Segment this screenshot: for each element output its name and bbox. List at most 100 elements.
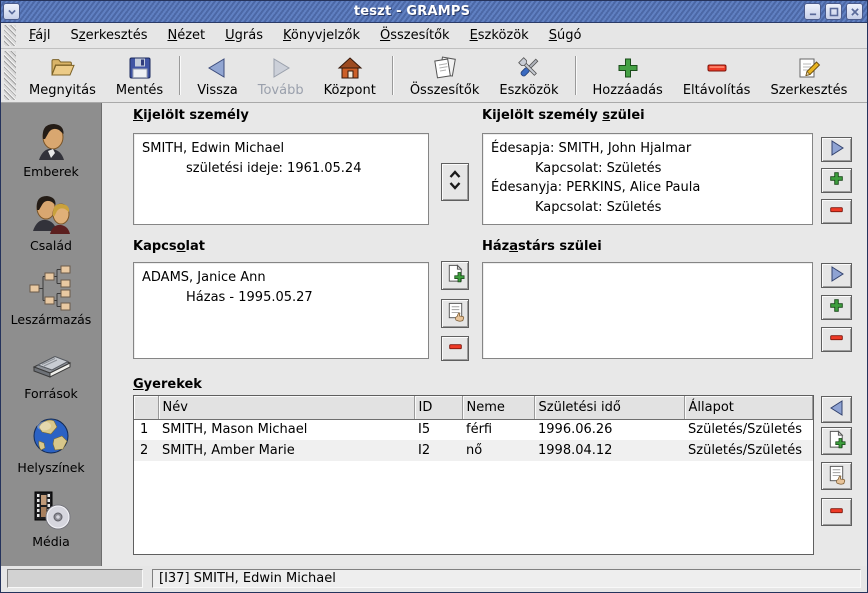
toolbar: Megnyitás Mentés Vissza Tovább Központ Ö… [1,49,867,103]
back-button[interactable]: Vissza [187,49,248,102]
spouse-parents-add-button[interactable] [821,295,852,320]
blue-left-arrow-icon [827,399,847,421]
open-button[interactable]: Megnyitás [19,49,106,102]
child-row[interactable]: 1 SMITH, Mason Michael I5 férfi 1996.06.… [134,419,813,440]
save-label: Mentés [115,83,164,98]
titlebar[interactable]: teszt - GRAMPS [1,1,867,23]
col-name[interactable]: Név [158,396,415,420]
active-parents-label: Kijelölt személy szülei [482,108,645,123]
spouse-parents-remove-button[interactable] [821,327,852,352]
toolbar-separator [179,56,182,95]
menu-help[interactable]: Súgó [539,25,592,47]
spouse-select-button[interactable] [441,299,469,328]
children-add-new-button[interactable] [821,427,852,455]
chevron-down-icon [5,5,19,19]
spouse-remove-button[interactable] [441,336,469,361]
child-row[interactable]: 2 SMITH, Amber Marie I2 nő 1998.04.12 Sz… [134,440,813,461]
col-id[interactable]: ID [414,396,463,420]
active-person-label: Kijelölt személy [133,108,249,123]
sidebar-item-people[interactable]: Emberek [4,116,98,190]
family-view: Kijelölt személy SMITH, Edwin Michael sz… [102,103,867,566]
col-gender[interactable]: Neme [462,396,535,420]
sidebar-item-places[interactable]: Helyszínek [4,412,98,486]
menu-bookmarks[interactable]: Könyvjelzők [273,25,370,47]
sidebar-item-media[interactable]: Média [4,486,98,560]
red-minus-icon [447,338,464,359]
maximize-button[interactable] [825,3,842,20]
reports-label: Összesítők [409,83,480,98]
col-birthdate[interactable]: Születési idő [534,396,685,420]
menu-edit[interactable]: Szerkesztés [61,25,158,47]
mother-line: Édesanyja: PERKINS, Alice Paula [491,180,701,195]
active-person-birth: születési ideje: 1961.05.24 [186,160,362,176]
red-minus-icon [828,201,845,222]
menubar-grip[interactable] [4,25,16,46]
menu-go[interactable]: Ugrás [215,25,273,47]
spouse-parents-goto-button[interactable] [821,263,852,288]
child-status: Születés/Születés [684,440,813,461]
window-menu-button[interactable] [3,3,20,20]
edit-button[interactable]: Szerkesztés [760,49,857,102]
parents-add-button[interactable] [821,168,852,193]
document-plus-icon [445,263,466,288]
sidebar-pedigree-label: Leszármazás [10,312,92,327]
save-button[interactable]: Mentés [106,49,173,102]
remove-button[interactable]: Eltávolítás [673,49,761,102]
spouse-parents-label: Házastárs szülei [482,239,602,254]
add-button[interactable]: Hozzáadás [583,49,673,102]
add-label: Hozzáadás [592,83,663,98]
spouse-relation: Házas - 1995.05.27 [186,289,313,305]
children-remove-button[interactable] [821,498,852,526]
reports-button[interactable]: Összesítők [400,49,490,102]
document-plus-icon [826,429,847,454]
parents-goto-button[interactable] [821,137,852,162]
father-line: Édesapja: SMITH, John Hjalmar [491,141,692,156]
col-status[interactable]: Állapot [684,396,813,420]
col-rownum[interactable] [134,396,159,420]
parents-remove-button[interactable] [821,199,852,224]
minimize-button[interactable] [804,3,821,20]
toolbar-grip[interactable] [4,51,16,100]
children-goto-button[interactable] [821,396,852,423]
spouse-add-new-button[interactable] [441,261,469,290]
document-hand-icon [826,464,847,489]
child-name: SMITH, Mason Michael [158,419,414,440]
sidebar-item-sources[interactable]: Források [4,338,98,412]
sidebar-media-label: Média [32,534,70,549]
child-birth: 1998.04.12 [534,440,684,461]
children-select-button[interactable] [821,462,852,490]
swap-spouse-button[interactable] [441,163,469,201]
home-button[interactable]: Központ [314,49,386,102]
tools-label: Eszközök [499,83,559,98]
child-gender: férfi [462,419,534,440]
sidebar-item-pedigree[interactable]: Leszármazás [4,264,98,338]
spouse-parents-list[interactable] [482,262,813,359]
open-label: Megnyitás [29,83,96,98]
family-icon [28,190,74,237]
menu-view[interactable]: Nézet [157,25,215,47]
menu-tools[interactable]: Eszközök [460,25,539,47]
active-person-list[interactable]: SMITH, Edwin Michael születési ideje: 19… [133,133,429,225]
tools-button[interactable]: Eszközök [489,49,568,102]
green-plus-icon [828,170,845,191]
menu-reports[interactable]: Összesítők [370,25,460,47]
forward-arrow-icon [268,55,294,81]
remove-minus-icon [704,55,730,81]
minimize-icon [806,5,820,19]
relationship-label: Kapcsolat [133,239,205,254]
sidebar: Emberek Család Leszármazás Források Hely… [1,103,102,566]
children-table[interactable]: Név ID Neme Születési idő Állapot 1 SMIT… [133,395,814,555]
menu-file[interactable]: Fájl [19,25,61,47]
relationship-list[interactable]: ADAMS, Janice Ann Házas - 1995.05.27 [133,262,429,359]
close-button[interactable] [846,3,863,20]
sidebar-item-family[interactable]: Család [4,190,98,264]
children-header-row[interactable]: Név ID Neme Születési idő Állapot [134,396,813,420]
active-parents-list[interactable]: Édesapja: SMITH, John Hjalmar Kapcsolat:… [482,133,813,225]
close-icon [848,5,862,19]
sidebar-people-label: Emberek [23,164,79,179]
blue-right-arrow-icon [827,139,847,161]
forward-label: Tovább [257,83,304,98]
progress-bar [7,569,143,588]
back-label: Vissza [197,83,238,98]
media-icon [28,486,74,533]
